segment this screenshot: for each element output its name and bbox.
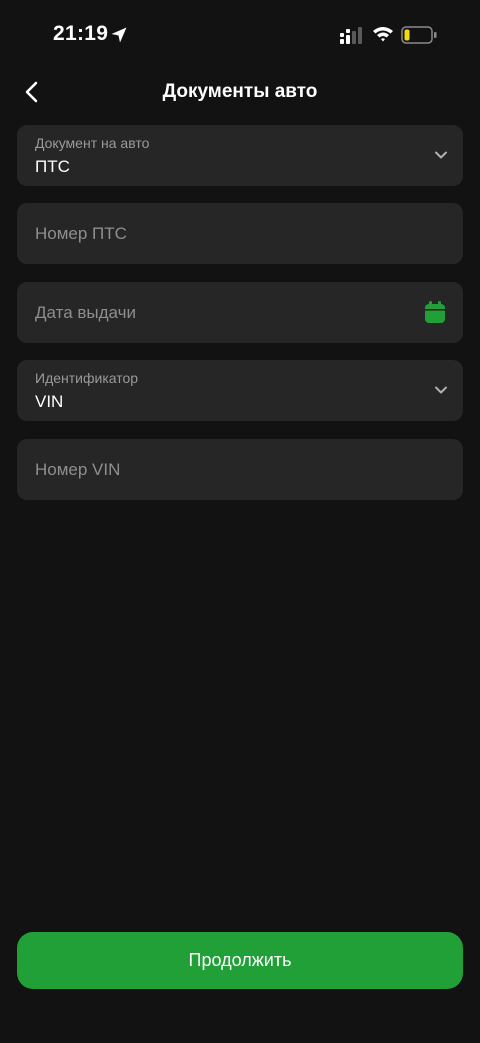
vin-number-placeholder: Номер VIN (35, 460, 121, 479)
continue-button[interactable]: Продолжить (17, 932, 463, 989)
document-type-select[interactable]: Документ на авто ПТС (17, 125, 463, 186)
document-type-value: ПТС (35, 157, 70, 176)
battery-low-icon (401, 26, 437, 44)
status-time: 21:19 (53, 22, 109, 45)
identifier-label: Идентификатор (35, 370, 139, 386)
calendar-icon[interactable] (424, 300, 446, 324)
header: Документы авто (0, 70, 480, 114)
status-bar: 21:19 (0, 0, 480, 70)
identifier-select[interactable]: Идентификатор VIN (17, 360, 463, 421)
page-title: Документы авто (162, 81, 318, 102)
wifi-icon (373, 27, 393, 42)
document-type-label: Документ на авто (35, 135, 150, 151)
cellular-signal-icon (340, 27, 362, 44)
pts-number-placeholder: Номер ПТС (35, 224, 127, 243)
pts-number-input[interactable]: Номер ПТС (17, 203, 463, 264)
issue-date-input[interactable]: Дата выдачи (17, 282, 463, 343)
location-arrow-icon (111, 27, 127, 43)
chevron-down-icon (435, 386, 447, 394)
chevron-down-icon (435, 151, 447, 159)
identifier-value: VIN (35, 392, 64, 411)
issue-date-placeholder: Дата выдачи (35, 303, 136, 322)
vin-number-input[interactable]: Номер VIN (17, 439, 463, 500)
